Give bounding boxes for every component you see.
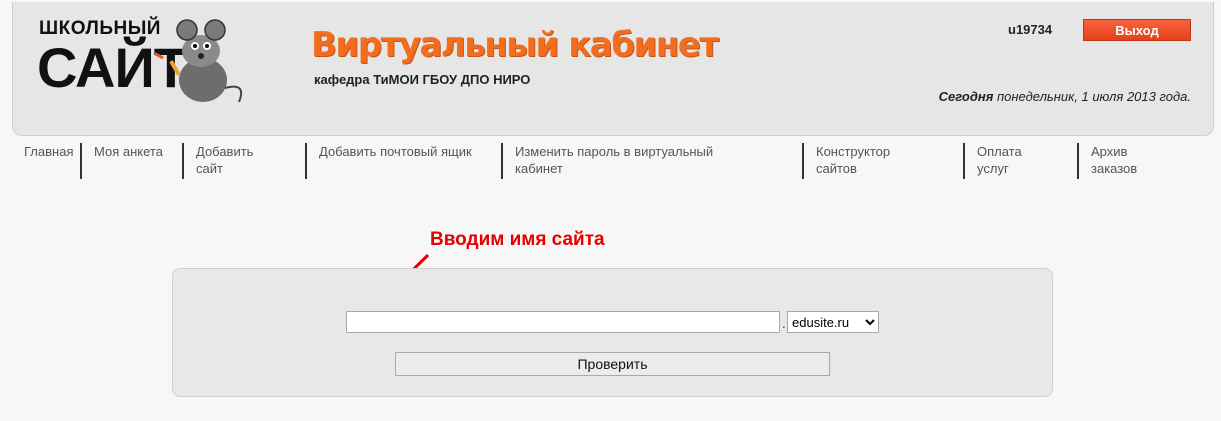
- nav-item-payment[interactable]: Оплата услуг: [963, 143, 1053, 179]
- nav-item-order-archive[interactable]: Архив заказов: [1077, 143, 1177, 179]
- nav-item-my-profile[interactable]: Моя анкета: [80, 143, 170, 179]
- main-nav: Главная Моя анкета Добавить сайт Добавит…: [0, 143, 1221, 183]
- today-label: Сегодня: [938, 89, 994, 104]
- today-date-text: понедельник, 1 июля 2013 года.: [993, 89, 1191, 104]
- user-id: u19734: [1008, 22, 1053, 37]
- page-title: Виртуальный кабинет: [311, 25, 719, 65]
- header-bar: ШКОЛЬНЫЙ САЙТ Виртуальный кабинет кафедр…: [12, 2, 1214, 136]
- nav-item-change-password[interactable]: Изменить пароль в виртуальный кабинет: [501, 143, 761, 179]
- domain-select[interactable]: edusite.ru: [787, 311, 879, 333]
- domain-separator: .: [782, 316, 786, 331]
- page-subtitle: кафедра ТиМОИ ГБОУ ДПО НИРО: [314, 72, 531, 87]
- nav-item-site-builder[interactable]: Конструктор сайтов: [802, 143, 932, 179]
- check-button[interactable]: Проверить: [395, 352, 830, 376]
- logout-button[interactable]: Выход: [1083, 19, 1191, 41]
- nav-item-add-site[interactable]: Добавить сайт: [182, 143, 282, 179]
- annotation-label: Вводим имя сайта: [430, 229, 605, 250]
- today-date: Сегодня понедельник, 1 июля 2013 года.: [939, 89, 1191, 104]
- nav-item-add-mailbox[interactable]: Добавить почтовый ящик: [305, 143, 485, 179]
- nav-item-home[interactable]: Главная: [24, 143, 82, 160]
- mouse-mascot-icon: [155, 19, 243, 103]
- site-name-input[interactable]: [346, 311, 780, 333]
- site-logo[interactable]: ШКОЛЬНЫЙ САЙТ: [37, 18, 247, 108]
- site-check-panel: . edusite.ru Проверить: [172, 268, 1053, 397]
